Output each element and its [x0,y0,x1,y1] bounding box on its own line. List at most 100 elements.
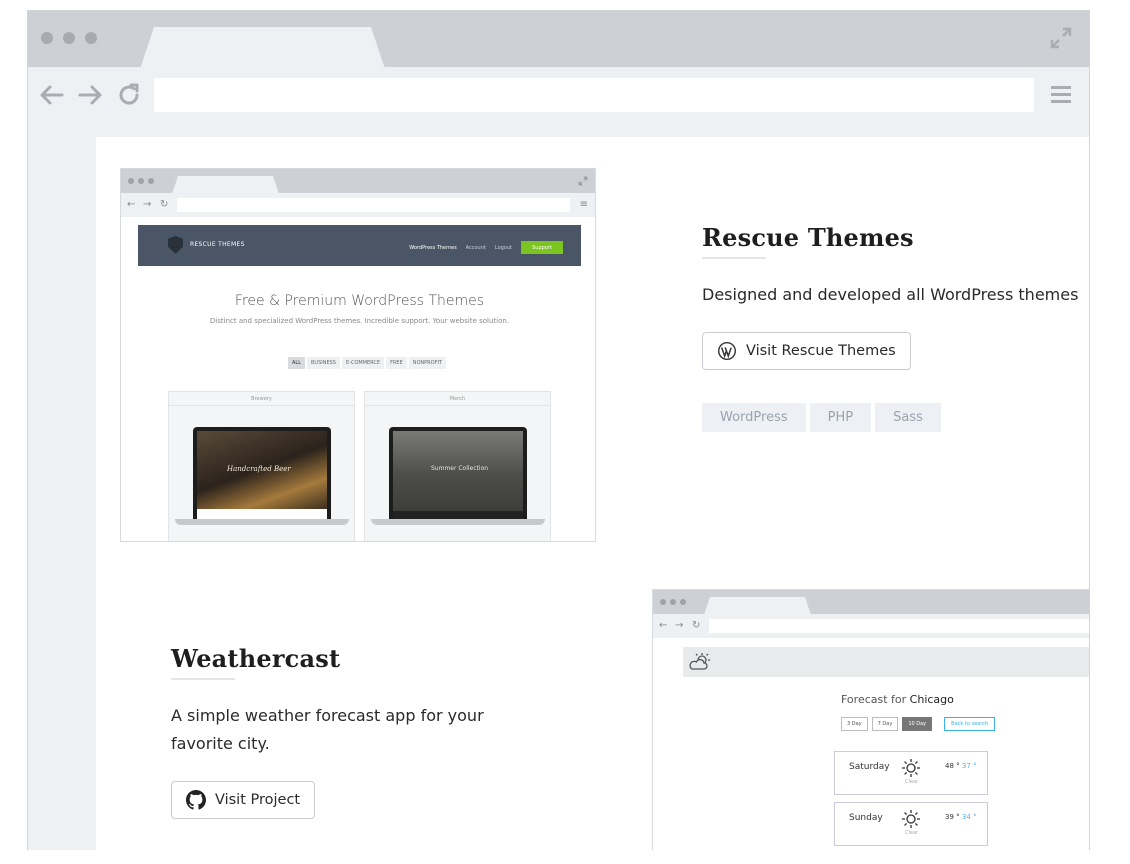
partly-cloudy-icon [689,653,710,670]
rt-filter-free: FREE [386,357,407,369]
button-label: Visit Rescue Themes [746,343,896,359]
project-title: Weathercast [171,644,341,673]
wc-forecast-heading: Forecast for Chicago [841,693,954,706]
mini-browser-titlebar [121,169,595,193]
github-icon [186,790,206,810]
visit-rescue-themes-button[interactable]: Visit Rescue Themes [702,332,911,370]
expand-icon [578,176,588,186]
maximize-window-button[interactable] [85,32,97,44]
project-title: Rescue Themes [702,223,914,252]
mini-address-bar [709,619,1089,633]
button-label: Visit Project [215,792,301,808]
mini-browser-titlebar [653,590,1089,615]
wc-temps: 39 ° 34 ° [945,813,977,821]
arrow-right-icon: → [675,620,684,631]
wc-range-buttons: 3 Day 7 Day 10 Day Back to search [841,717,996,731]
wc-3day-button: 3 Day [841,717,868,731]
project-description: Designed and developed all WordPress the… [702,285,1079,304]
laptop-mockup: Summer Collection [371,427,545,527]
rescue-themes-site: RESCUE THEMES WordPress Themes Account L… [138,225,581,541]
mini-window-controls [660,599,686,605]
weathercast-site: Forecast for Chicago 3 Day 7 Day 10 Day … [683,647,1089,850]
rt-filter-ecommerce: E-COMMERCE [342,357,385,369]
project-description-line: favorite city. [171,734,270,753]
mini-window-controls [128,178,154,184]
rt-nav-account: Account [465,244,486,251]
hamburger-menu-icon[interactable] [1050,81,1072,107]
wc-high: 39 ° [945,813,960,821]
rescue-themes-screenshot: ← → ↻ ≡ RESCUE THEMES WordPress Themes A… [120,168,596,542]
wc-back-to-search-button: Back to search [944,717,996,731]
hamburger-menu-icon: ≡ [579,199,588,210]
window-controls [41,32,97,44]
sun-icon [902,759,920,777]
tag-wordpress: WordPress [702,403,806,432]
wc-10day-button: 10 Day [902,717,933,731]
expand-icon[interactable] [1049,26,1073,50]
project-description-line: A simple weather forecast app for your [171,706,484,725]
tag-sass: Sass [875,403,941,432]
reload-icon[interactable] [115,81,143,109]
rt-support-button: Support [521,241,563,254]
arrow-left-icon: ← [659,620,668,631]
rt-nav-logout: Logout [494,244,512,251]
wc-day-name: Sunday [849,813,883,823]
mini-address-bar [177,198,570,212]
portfolio-page: ← → ↻ ≡ RESCUE THEMES WordPress Themes A… [96,137,1089,850]
close-window-button[interactable] [41,32,53,44]
wc-forecast-prefix: Forecast for [841,693,907,706]
wc-condition: Clear [905,779,919,785]
wordpress-icon [718,342,736,360]
mini-browser-toolbar: ← → ↻ ≡ [121,193,595,217]
rt-filter-business: BUSINESS [307,357,340,369]
arrow-right-icon[interactable] [76,81,104,109]
arrow-left-icon: ← [127,199,136,210]
arrow-right-icon: → [143,199,152,210]
rt-filter-nonprofit: NONPROFIT [408,357,446,369]
mini-browser-tab [704,597,811,615]
browser-tab[interactable] [140,27,385,69]
wc-day-card: Saturday Clear 48 ° 37 ° [834,751,988,795]
title-divider [171,678,235,680]
reload-icon: ↻ [692,620,701,631]
rt-nav: WordPress Themes Account Logout Support [409,241,563,254]
tag-php: PHP [809,403,872,432]
address-bar[interactable] [154,78,1034,112]
title-divider [702,257,766,259]
rt-filters: ALL BUSINESS E-COMMERCE FREE NONPROFIT [288,357,446,369]
theme-card-label: Brewery [169,392,354,406]
wc-7day-button: 7 Day [871,717,899,731]
wc-temps: 48 ° 37 ° [945,762,977,770]
visit-project-button[interactable]: Visit Project [171,781,316,819]
laptop-screen-text: Summer Collection [431,465,489,472]
wc-high: 48 ° [945,762,960,770]
sun-icon [902,810,920,828]
reload-icon: ↻ [160,199,169,210]
browser-toolbar [28,67,1089,137]
arrow-left-icon[interactable] [38,81,66,109]
tech-tags: WordPress PHP Sass [702,403,941,432]
browser-titlebar [28,11,1089,67]
wc-city: Chicago [909,693,954,706]
wc-low: 37 ° [961,762,977,770]
wc-condition: Clear [905,830,919,836]
weathercast-screenshot: ← → ↻ Forecast for Chicago 3 Day 7 Day 1… [652,589,1089,850]
project-description: A simple weather forecast app for your f… [171,702,484,758]
mini-browser-tab [172,176,279,194]
wc-header [683,647,1089,677]
theme-card-label: Merch [365,392,550,406]
minimize-window-button[interactable] [63,32,75,44]
wc-low: 34 ° [961,813,977,821]
wc-day-name: Saturday [849,762,890,772]
laptop-mockup: Handcrafted Beer [175,427,349,527]
theme-card-brewery: Brewery Handcrafted Beer [168,391,355,541]
rt-nav-themes: WordPress Themes [409,244,457,251]
theme-card-merch: Merch Summer Collection [364,391,551,541]
browser-window: ← → ↻ ≡ RESCUE THEMES WordPress Themes A… [27,10,1090,850]
rt-subheadline: Distinct and specialized WordPress theme… [209,317,510,325]
laptop-screen-text: Handcrafted Beer [227,465,291,473]
shield-logo-icon [168,236,183,254]
wc-day-card: Sunday Clear 39 ° 34 ° [834,802,988,846]
rt-header: RESCUE THEMES WordPress Themes Account L… [138,225,581,266]
rt-logo-text: RESCUE THEMES [190,241,245,248]
